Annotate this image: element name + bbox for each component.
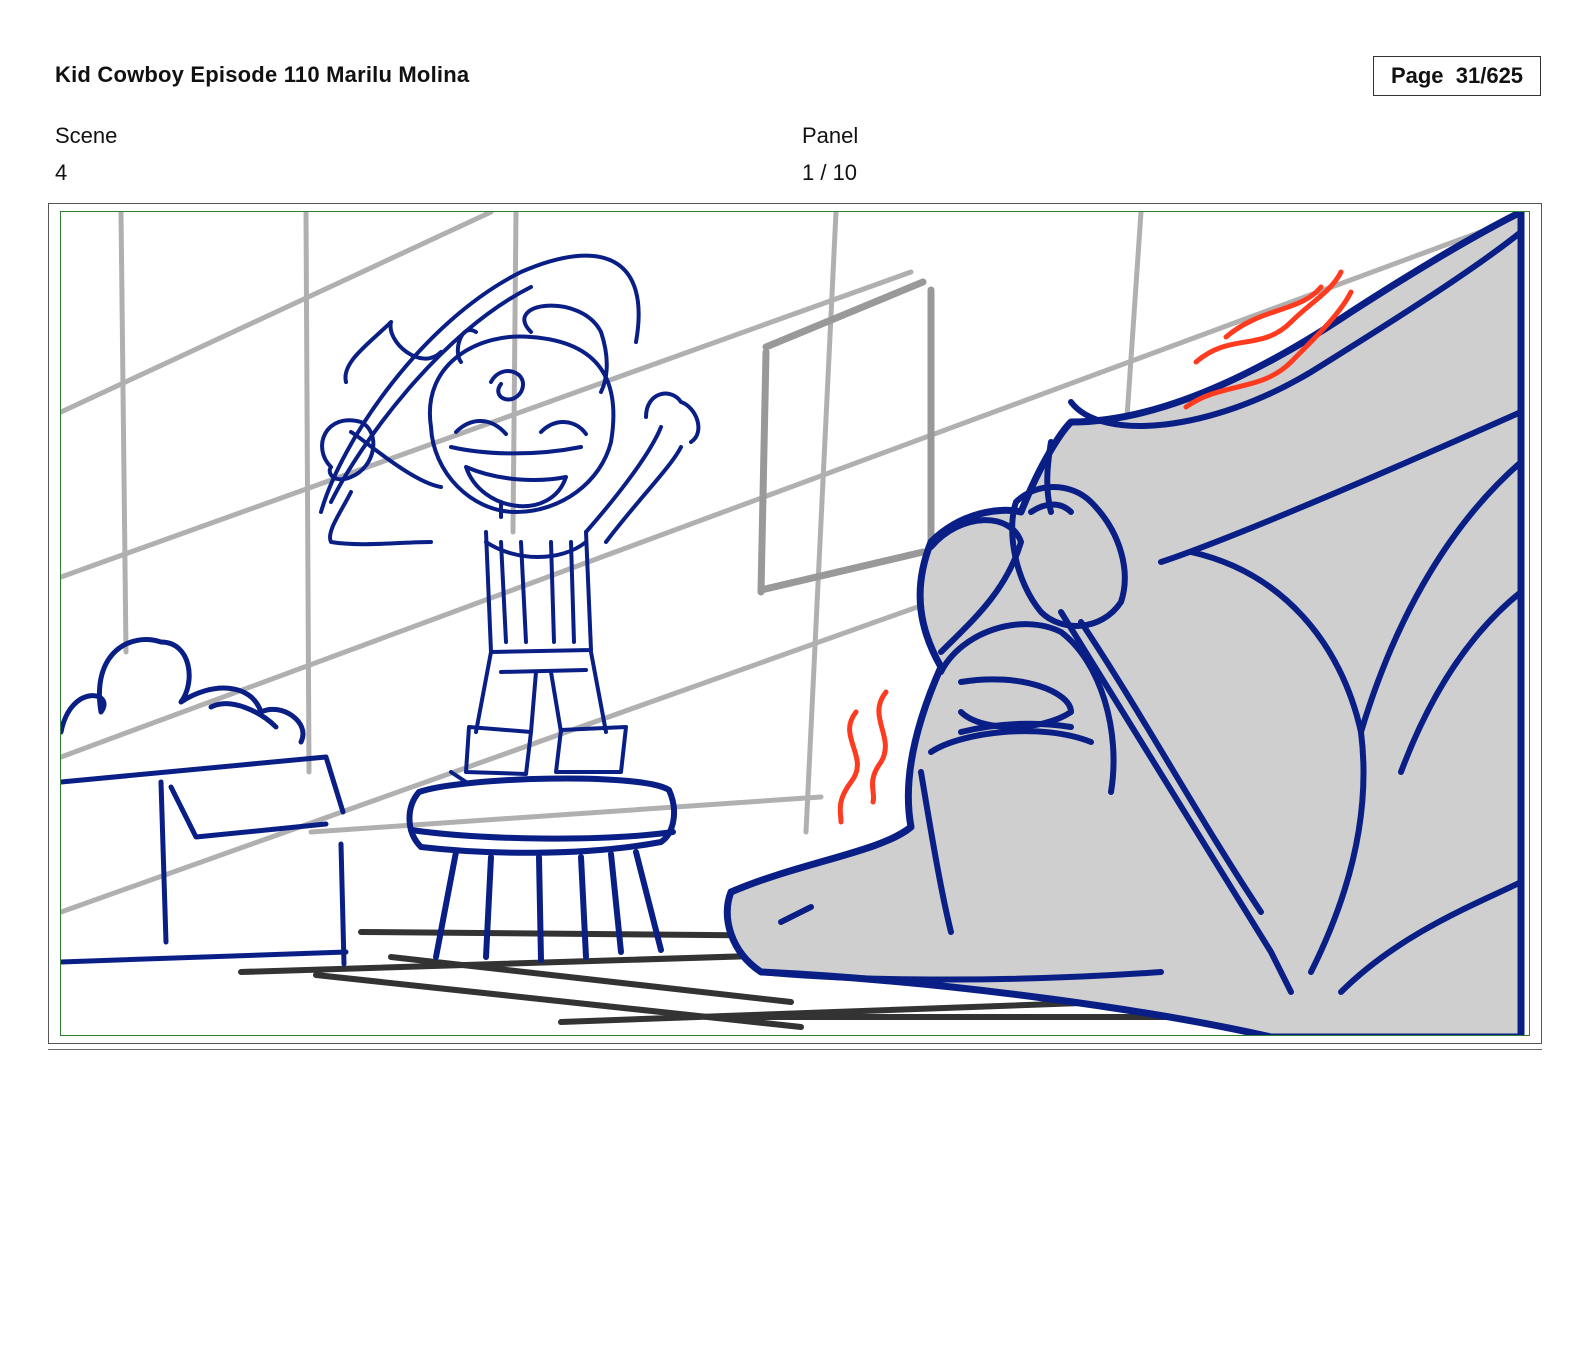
box-sketch [61, 637, 349, 967]
storyboard-drawing [60, 211, 1530, 1036]
page-divider [48, 1049, 1542, 1050]
panel-label: Panel [802, 123, 859, 148]
scene-value: 4 [55, 160, 68, 185]
sketch-canvas [61, 212, 1525, 1035]
wall-frame [757, 278, 935, 596]
page-number: Page 31/625 [1373, 56, 1541, 96]
scene-label: Scene [55, 123, 118, 148]
panel-value: 1 / 10 [802, 160, 858, 185]
document-title: Kid Cowboy Episode 110 Marilu Molina [55, 62, 470, 87]
